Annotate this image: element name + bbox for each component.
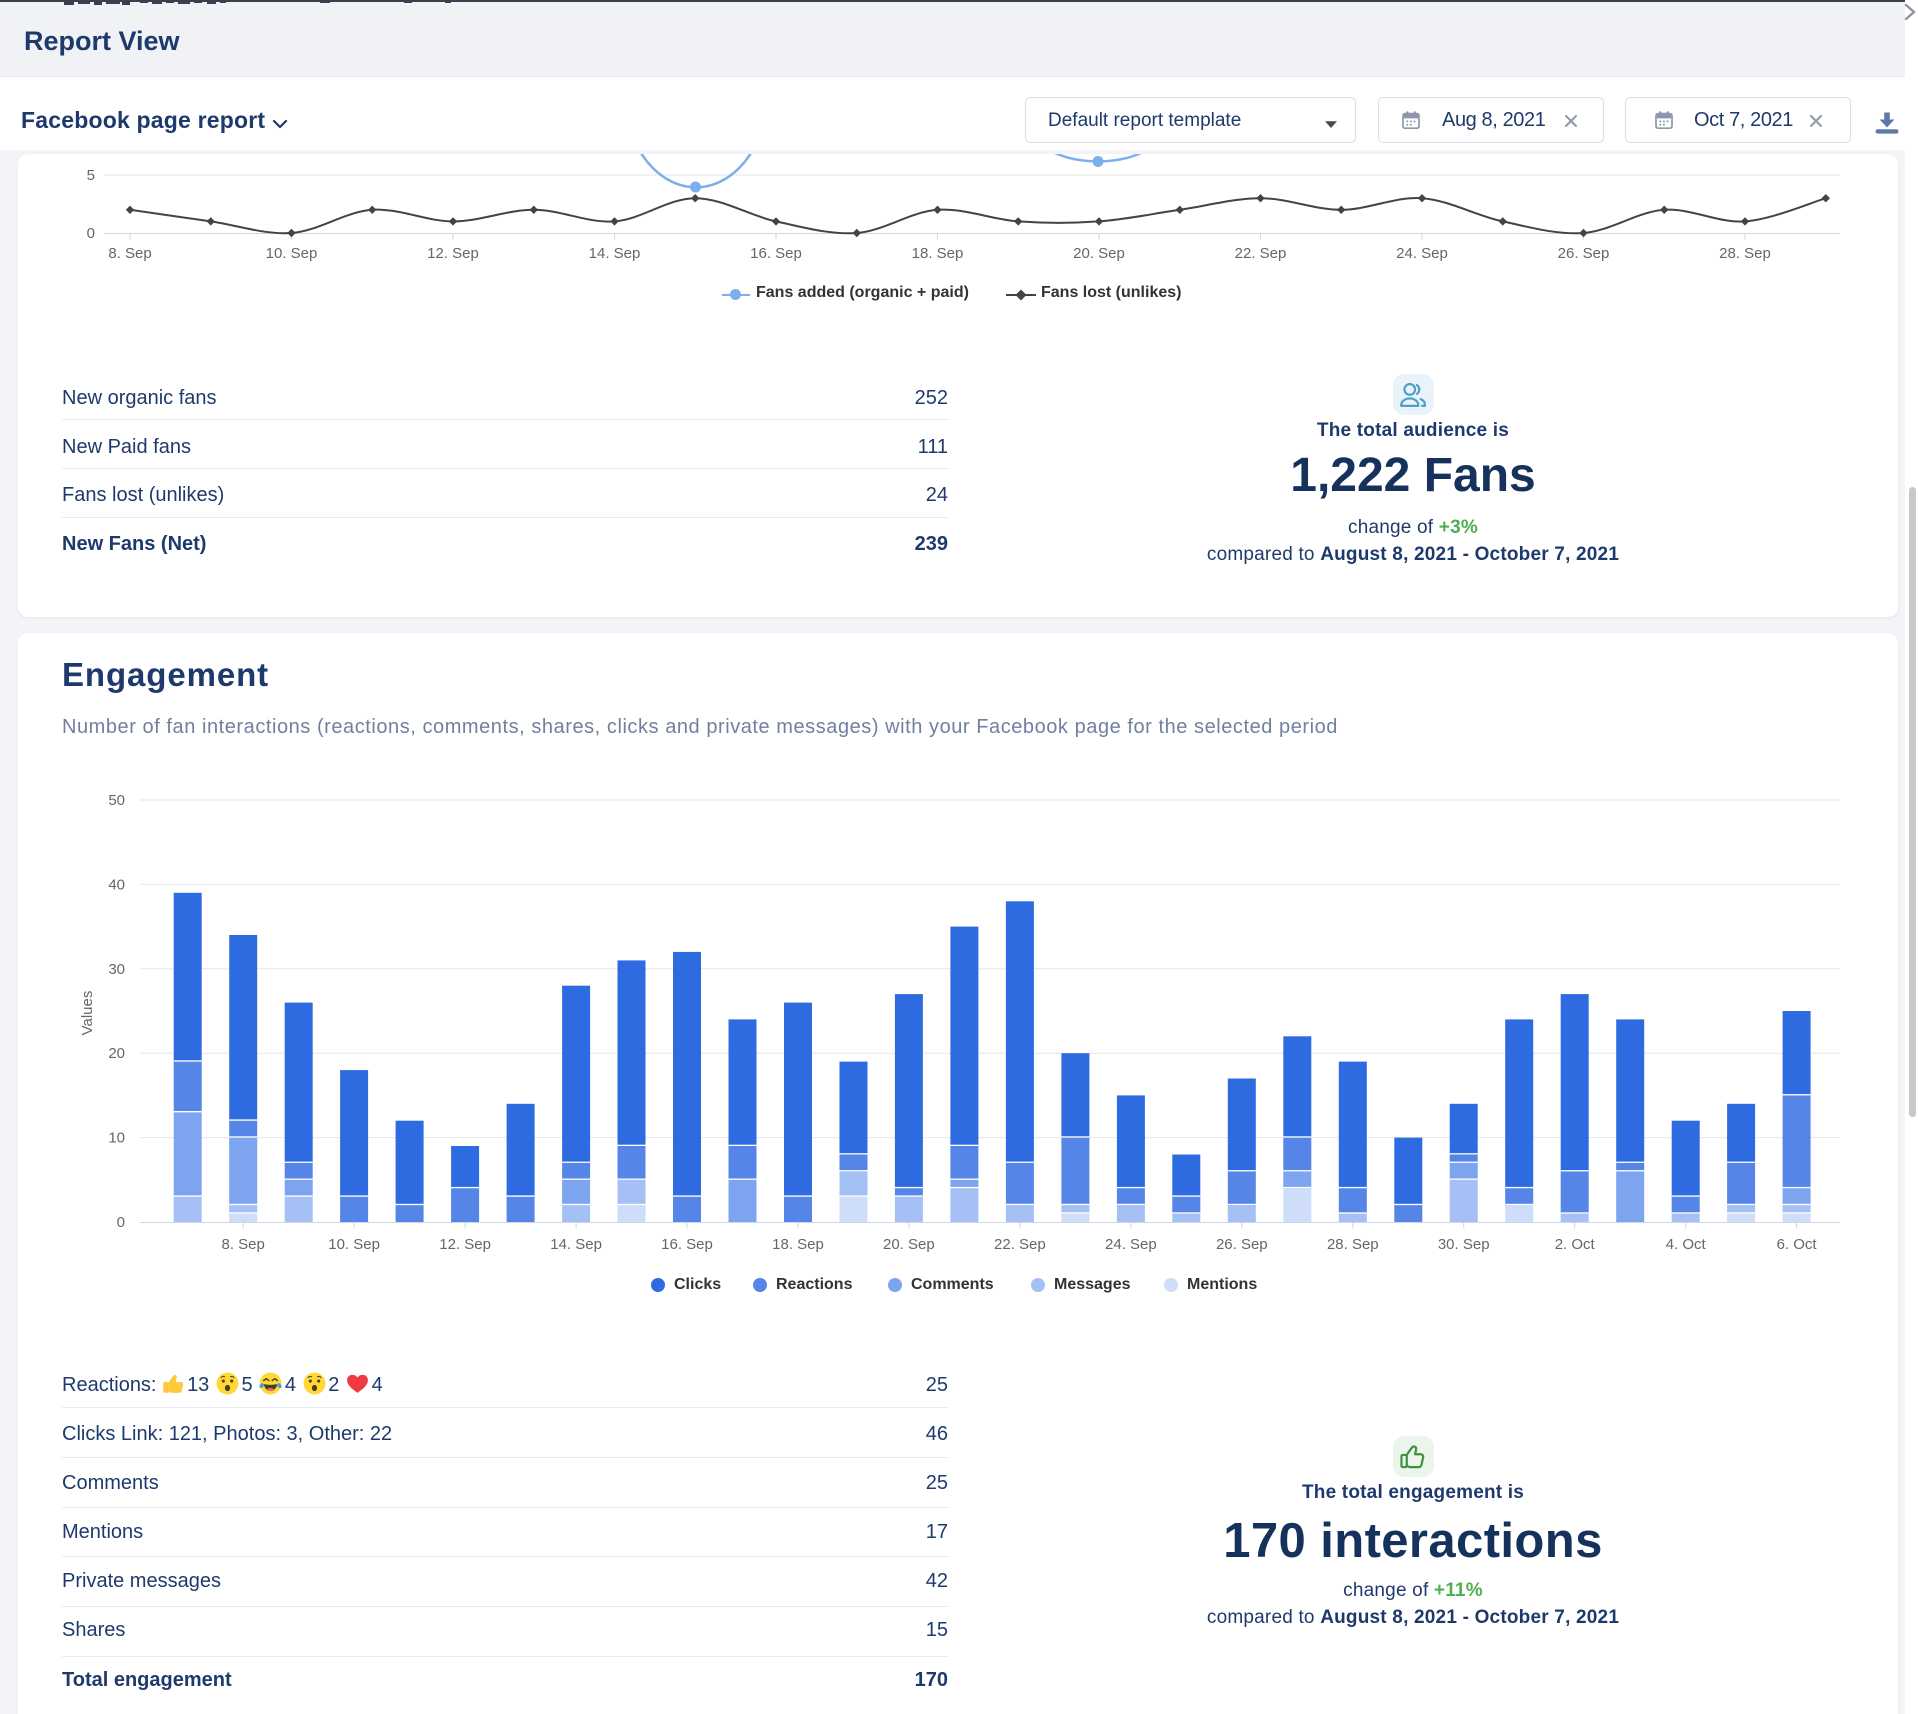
svg-text:4. Oct: 4. Oct [1666,1236,1707,1253]
svg-text:24. Sep: 24. Sep [1105,1236,1157,1253]
svg-text:8. Sep: 8. Sep [222,1236,265,1253]
svg-text:28. Sep: 28. Sep [1327,1236,1379,1253]
svg-text:26. Sep: 26. Sep [1216,1236,1268,1253]
svg-text:14. Sep: 14. Sep [550,1236,602,1253]
svg-text:16. Sep: 16. Sep [661,1236,713,1253]
svg-text:30. Sep: 30. Sep [1438,1236,1490,1253]
svg-text:40: 40 [108,876,125,893]
svg-text:10. Sep: 10. Sep [328,1236,380,1253]
svg-text:12. Sep: 12. Sep [439,1236,491,1253]
svg-text:2. Oct: 2. Oct [1555,1236,1596,1253]
svg-text:18. Sep: 18. Sep [772,1236,824,1253]
svg-text:6. Oct: 6. Oct [1777,1236,1818,1253]
svg-text:30: 30 [108,961,125,978]
svg-text:Values: Values [79,991,96,1036]
svg-text:20: 20 [108,1045,125,1062]
svg-text:22. Sep: 22. Sep [994,1236,1046,1253]
svg-text:20. Sep: 20. Sep [883,1236,935,1253]
svg-text:50: 50 [108,792,125,809]
svg-text:0: 0 [117,1214,125,1231]
svg-text:10: 10 [108,1130,125,1147]
